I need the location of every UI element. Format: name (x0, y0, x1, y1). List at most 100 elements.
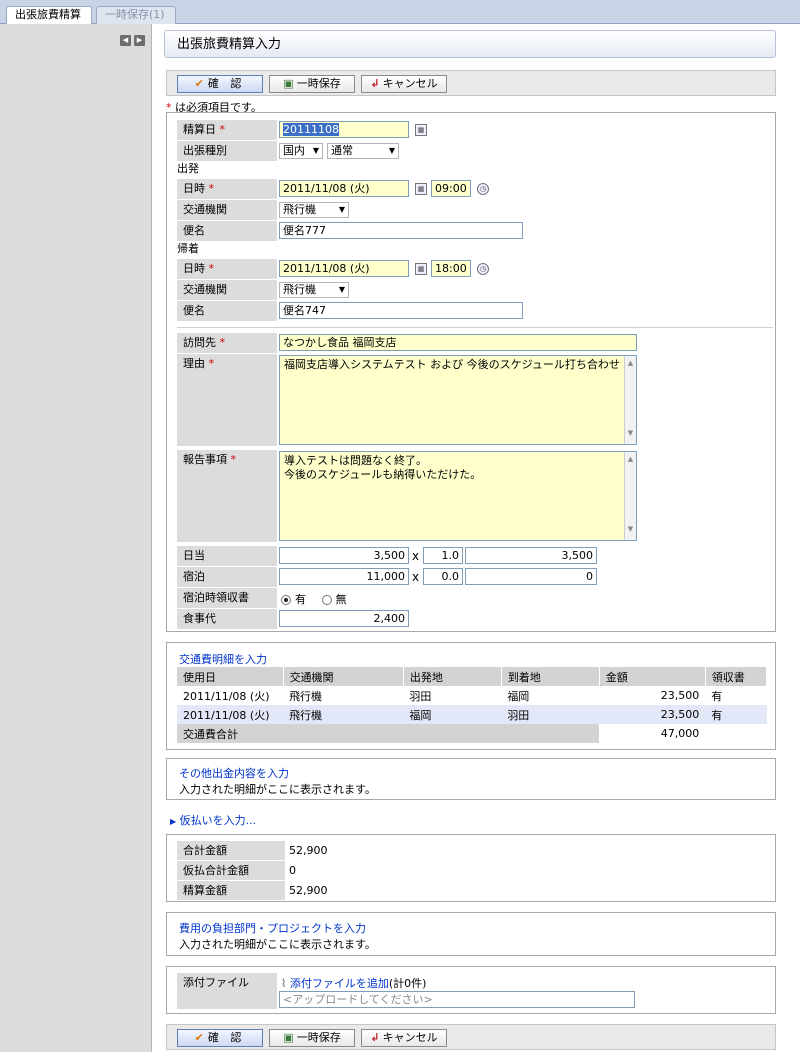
settle-date-input[interactable]: 20111108 (279, 121, 409, 138)
cancel-button[interactable]: ↲ キャンセル (361, 75, 447, 93)
table-row[interactable]: 2011/11/08 (火) 飛行機 羽田 福岡 23,500 有 (177, 686, 767, 705)
departure-heading: 出発 (177, 162, 199, 175)
trip-domestic-select[interactable]: 国内 ▼ (279, 143, 323, 159)
reason-row: 理由 * 福岡支店導入システムテスト および 今後のスケジュール打ち合わせ ▲ ▼ (177, 354, 773, 446)
receipt-no-radio[interactable] (321, 595, 332, 605)
meal-label: 食事代 (177, 609, 277, 629)
cost-assign-placeholder: 入力された明細がここに表示されます。 (179, 938, 376, 951)
cost-assign-panel: 費用の負担部門・プロジェクトを入力 入力された明細がここに表示されます。 (166, 912, 776, 956)
transport-panel: 交通費明細を入力 使用日 交通機関 出発地 到着地 金額 領収書 2011/11… (166, 642, 776, 750)
multiply-sign: x (412, 570, 420, 584)
report-textarea[interactable]: 導入テストは問題なく終了。 今後のスケジュールも納得いただけた。 ▲ ▼ (279, 451, 637, 541)
return-flight-row: 便名 便名747 (177, 301, 773, 321)
advance-link[interactable]: ▶ 仮払いを入力... (170, 812, 256, 828)
scrollbar[interactable]: ▲ ▼ (624, 356, 636, 444)
transport-detail-link[interactable]: 交通費明細を入力 (179, 651, 267, 667)
chevron-down-icon: ▼ (312, 146, 319, 155)
return-time-input[interactable]: 18:00 (431, 260, 471, 277)
clock-icon[interactable]: ◷ (477, 263, 489, 275)
return-transport-row: 交通機関 飛行機 ▼ (177, 280, 773, 300)
save-icon: ▣ (283, 1031, 294, 1044)
attachment-panel: 添付ファイル ⌇ 添付ファイルを追加(計0件) <アップロードしてください> (166, 966, 776, 1014)
lodging-amount-input[interactable]: 11,000 (279, 568, 409, 585)
save-icon: ▣ (283, 77, 294, 90)
lodging-qty-input[interactable]: 0.0 (423, 568, 463, 585)
daily-qty-input[interactable]: 1.0 (423, 547, 463, 564)
tab-travel-expense[interactable]: 出張旅費精算 (6, 6, 92, 24)
attachment-add: ⌇ 添付ファイルを追加(計0件) (281, 977, 427, 990)
check-icon: ✔ (194, 1031, 204, 1044)
calendar-icon[interactable]: ▦ (415, 263, 427, 275)
summary-panel: 合計金額 52,900 仮払合計金額 0 精算金額 52,900 (166, 834, 776, 902)
calendar-icon[interactable]: ▦ (415, 183, 427, 195)
arrow-right-icon[interactable]: ▶ (134, 35, 145, 46)
meal-row: 食事代 2,400 (177, 609, 773, 629)
tab-temp-saved[interactable]: 一時保存(1) (96, 6, 176, 24)
pane-toggle: ◀ ▶ (120, 32, 148, 46)
upload-input[interactable]: <アップロードしてください> (279, 991, 635, 1008)
return-flight-label: 便名 (177, 301, 277, 321)
undo-icon: ↲ (370, 1031, 380, 1044)
visit-input[interactable]: なつかし食品 福岡支店 (279, 334, 637, 351)
summary-total-row: 合計金額 52,900 (177, 841, 773, 860)
confirm-button[interactable]: ✔ 確 認 (177, 1029, 263, 1047)
expense-form-panel: 精算日 * 20111108 ▦ 出張種別 国内 ▼ 通常 ▼ 出発 日時 * 20… (166, 112, 776, 632)
daily-amount-input[interactable]: 3,500 (279, 547, 409, 564)
left-pane: ◀ ▶ (0, 24, 152, 1052)
departure-flight-row: 便名 便名777 (177, 221, 773, 241)
lodging-receipt-row: 宿泊時領収書 有 無 (177, 588, 773, 608)
daily-total-input: 3,500 (465, 547, 597, 564)
departure-date-input[interactable]: 2011/11/08 (火) (279, 180, 409, 197)
chevron-down-icon: ▼ (338, 205, 345, 214)
visit-label: 訪問先 * (177, 333, 277, 353)
reason-textarea[interactable]: 福岡支店導入システムテスト および 今後のスケジュール打ち合わせ ▲ ▼ (279, 355, 637, 445)
return-flight-input[interactable]: 便名747 (279, 302, 523, 319)
add-attachment-link[interactable]: 添付ファイルを追加 (290, 977, 389, 990)
daily-allowance-label: 日当 (177, 546, 277, 566)
departure-transport-row: 交通機関 飛行機 ▼ (177, 200, 773, 220)
summary-advance-row: 仮払合計金額 0 (177, 861, 773, 880)
other-expense-placeholder: 入力された明細がここに表示されます。 (179, 783, 376, 796)
meal-input[interactable]: 2,400 (279, 610, 409, 627)
confirm-button[interactable]: ✔ 確 認 (177, 75, 263, 93)
visit-row: 訪問先 * なつかし食品 福岡支店 (177, 333, 773, 353)
other-expense-link[interactable]: その他出金内容を入力 (179, 765, 289, 781)
lodging-total-input: 0 (465, 568, 597, 585)
summary-settle-row: 精算金額 52,900 (177, 881, 773, 900)
settle-date-row: 精算日 * 20111108 ▦ (177, 120, 773, 140)
other-expense-panel: その他出金内容を入力 入力された明細がここに表示されます。 (166, 758, 776, 800)
return-transport-select[interactable]: 飛行機 ▼ (279, 282, 349, 298)
departure-datetime-label: 日時 * (177, 179, 277, 199)
cost-assign-link[interactable]: 費用の負担部門・プロジェクトを入力 (179, 920, 366, 936)
chevron-down-icon: ▼ (388, 146, 395, 155)
check-icon: ✔ (194, 77, 204, 90)
chevron-down-icon: ▼ (338, 285, 345, 294)
trip-kind-select[interactable]: 通常 ▼ (327, 143, 399, 159)
departure-transport-label: 交通機関 (177, 200, 277, 220)
table-header: 使用日 交通機関 出発地 到着地 金額 領収書 (177, 667, 768, 686)
receipt-radio-group: 有 無 (281, 591, 347, 607)
departure-time-input[interactable]: 09:00 (431, 180, 471, 197)
triangle-right-icon: ▶ (170, 817, 177, 826)
divider (177, 327, 773, 328)
return-date-input[interactable]: 2011/11/08 (火) (279, 260, 409, 277)
trip-type-row: 出張種別 国内 ▼ 通常 ▼ (177, 141, 773, 161)
clock-icon[interactable]: ◷ (477, 183, 489, 195)
reason-label: 理由 * (177, 354, 277, 446)
lodging-row: 宿泊 11,000 x 0.0 0 (177, 567, 773, 587)
report-row: 報告事項 * 導入テストは問題なく終了。 今後のスケジュールも納得いただけた。 ▲ ▼ (177, 450, 773, 542)
departure-flight-input[interactable]: 便名777 (279, 222, 523, 239)
multiply-sign: x (412, 549, 420, 563)
calendar-icon[interactable]: ▦ (415, 124, 427, 136)
temp-save-button[interactable]: ▣ 一時保存 (269, 1029, 355, 1047)
cancel-button[interactable]: ↲ キャンセル (361, 1029, 447, 1047)
temp-save-button[interactable]: ▣ 一時保存 (269, 75, 355, 93)
receipt-yes-radio[interactable] (281, 595, 291, 605)
trip-type-label: 出張種別 (177, 141, 277, 161)
table-row[interactable]: 2011/11/08 (火) 飛行機 福岡 羽田 23,500 有 (177, 705, 767, 724)
departure-transport-select[interactable]: 飛行機 ▼ (279, 202, 349, 218)
arrow-left-icon[interactable]: ◀ (120, 35, 131, 46)
scrollbar[interactable]: ▲ ▼ (624, 452, 636, 540)
return-datetime-row: 日時 * 2011/11/08 (火) ▦ 18:00 ◷ (177, 259, 773, 279)
lodging-label: 宿泊 (177, 567, 277, 587)
